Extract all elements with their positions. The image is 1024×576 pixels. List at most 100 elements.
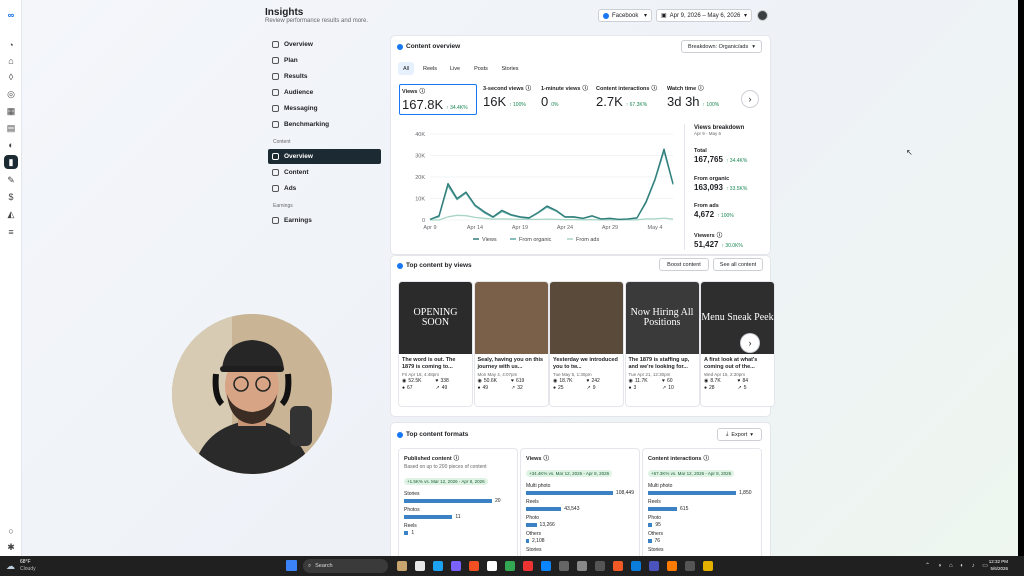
top-content-item[interactable]: OPENING SOON The word is out. The 1879 is… <box>399 282 472 406</box>
top-content-item[interactable]: Now Hiring All Positions The 1879 is staf… <box>625 282 699 406</box>
breakdown-range: Apr 9 - May 6 <box>694 131 722 136</box>
tab-reels[interactable]: Reels <box>419 62 441 75</box>
nav-item-plan[interactable]: Plan <box>268 53 381 68</box>
search-icon[interactable]: ○ <box>4 524 18 538</box>
speedometer-icon[interactable]: ◔ <box>4 38 18 52</box>
weather-temp[interactable]: 68°F <box>20 559 31 565</box>
thumbnail-text: OPENING SOON <box>413 306 458 328</box>
format-row-bar <box>648 491 736 495</box>
chevron-right-icon: › <box>748 338 752 348</box>
metric-watch-time[interactable]: Watch time ⓘ 3d 3h ↑ 100% <box>667 84 729 115</box>
export-button[interactable]: ⤓ Export ▾ <box>717 428 762 441</box>
breakdown-row-delta: ↑ 33.5K% <box>725 185 748 192</box>
date-range-select[interactable]: ▣ Apr 9, 2026 – May 6, 2026 ▾ <box>656 9 752 22</box>
top-content-next-button[interactable]: › <box>741 334 759 352</box>
taskbar-search[interactable]: ⌕ Search <box>303 559 388 573</box>
legend-label[interactable]: Views <box>482 237 497 243</box>
insights-icon[interactable]: ▮ <box>4 155 18 169</box>
top-content-item[interactable]: Menu Sneak Peek A first look at what's co… <box>701 282 774 406</box>
teams-icon[interactable] <box>649 561 659 571</box>
compass-icon[interactable]: ◎ <box>4 87 18 101</box>
format-column-title: Published content <box>404 456 452 462</box>
metric-label: Views ⓘ <box>402 87 474 95</box>
metric-3-second-views[interactable]: 3-second views ⓘ 16K ↑ 100% <box>483 84 538 115</box>
nav-item-earnings[interactable]: Earnings <box>268 213 381 228</box>
terminal-icon[interactable] <box>595 561 605 571</box>
tab-stories[interactable]: Stories <box>498 62 522 75</box>
stat-views: ◉ 52.5K <box>402 378 436 384</box>
format-row-label: Multi photo <box>648 483 673 489</box>
see-all-content-button[interactable]: See all content <box>713 258 763 271</box>
breakdown-row-value-row: 167,765 ↑ 34.4K% <box>694 155 747 164</box>
bell-icon[interactable]: ◊ <box>4 70 18 84</box>
obs-icon[interactable] <box>559 561 569 571</box>
nav-item-content[interactable]: Content <box>268 165 381 180</box>
tab-posts[interactable]: Posts <box>470 62 492 75</box>
top-content-item[interactable]: Sealy, having you on this journey with u… <box>474 282 548 406</box>
chevron-down-icon: ▾ <box>752 43 755 50</box>
legend-label[interactable]: From ads <box>576 237 599 243</box>
discord-icon[interactable] <box>451 561 461 571</box>
edit-icon[interactable]: ✎ <box>4 173 18 187</box>
taskbar-time[interactable]: 12:32 PM <box>984 559 1008 564</box>
views-icon: ◉ <box>477 378 482 384</box>
opera-icon[interactable] <box>469 561 479 571</box>
home-icon[interactable]: ⌂ <box>4 54 18 68</box>
system-tray-icons[interactable]: ⌃ ◑ ⌂ ◐ ♪ ▭ <box>925 562 991 569</box>
metric-content-interactions[interactable]: Content interactions ⓘ 2.7K ↑ 67.3K% <box>596 84 664 115</box>
nav-item-benchmarking[interactable]: Benchmarking <box>268 117 381 132</box>
format-column-content-interactions: Content interactions ⓘ +67.3K% vs. Mar 12,… <box>643 449 761 556</box>
plex-icon[interactable] <box>703 561 713 571</box>
edge-icon[interactable] <box>433 561 443 571</box>
top-content-item[interactable]: Yesterday we introduced you to tw... Tue … <box>550 282 623 406</box>
windows-start-icon[interactable] <box>286 560 297 571</box>
app-icon[interactable] <box>613 561 623 571</box>
metric-views[interactable]: Views ⓘ 167.8K ↑ 34.4K% <box>399 84 477 115</box>
zoom-icon[interactable] <box>541 561 551 571</box>
premiere-icon[interactable] <box>631 561 641 571</box>
layers-icon[interactable]: ▤ <box>4 121 18 135</box>
metric-label-text: 3-second views <box>483 86 524 92</box>
metric-label: Content interactions ⓘ <box>596 84 664 92</box>
gear-icon[interactable]: ✱ <box>4 540 18 554</box>
profile-avatar[interactable] <box>757 10 768 21</box>
widget-icon[interactable] <box>397 561 407 571</box>
nav-item-messaging[interactable]: Messaging <box>268 101 381 116</box>
github-icon[interactable] <box>577 561 587 571</box>
menu-icon[interactable]: ≡ <box>4 225 18 239</box>
content-overview-title: Content overview <box>397 43 460 50</box>
shares-icon: ↗ <box>435 385 440 391</box>
platform-select[interactable]: Facebook ▾ <box>598 9 652 22</box>
format-row-bar <box>526 491 613 495</box>
firefox-icon[interactable] <box>667 561 677 571</box>
dollar-icon[interactable]: $ <box>4 190 18 204</box>
nav-item-audience[interactable]: Audience <box>268 85 381 100</box>
megaphone-icon[interactable]: ◐ <box>4 138 18 152</box>
nav-item-results[interactable]: Results <box>268 69 381 84</box>
nav-item-overview[interactable]: Overview <box>268 149 381 164</box>
boost-content-button[interactable]: Boost content <box>659 258 709 271</box>
spotify-icon[interactable] <box>505 561 515 571</box>
benchmarking-icon <box>272 121 279 128</box>
tab-all[interactable]: All <box>398 62 414 75</box>
nav-item-ads[interactable]: Ads <box>268 181 381 196</box>
notion-icon[interactable] <box>487 561 497 571</box>
legend-label[interactable]: From organic <box>519 237 552 243</box>
info-icon: ⓘ <box>543 456 550 462</box>
breakdown-select[interactable]: Breakdown: Organic/ads ▾ <box>681 40 762 53</box>
nav-item-overview[interactable]: Overview <box>268 37 381 52</box>
tab-live[interactable]: Live <box>446 62 464 75</box>
chrome-icon[interactable] <box>415 561 425 571</box>
content-date: Tue May 5, 1:30pm <box>553 372 592 377</box>
settings-icon[interactable] <box>685 561 695 571</box>
metric-value: 2.7K <box>596 94 623 109</box>
youtube-icon[interactable] <box>523 561 533 571</box>
comments-icon: ● <box>553 385 557 391</box>
series-line-views <box>429 148 674 221</box>
ads-icon[interactable]: ◭ <box>4 207 18 221</box>
reactions-icon: ♥ <box>435 378 439 384</box>
grid-icon[interactable]: ▦ <box>4 104 18 118</box>
metric-1-minute-views[interactable]: 1-minute views ⓘ 0 0% <box>541 84 593 115</box>
meta-logo-icon[interactable]: ∞ <box>4 8 18 22</box>
metrics-next-button[interactable]: › <box>742 91 758 107</box>
